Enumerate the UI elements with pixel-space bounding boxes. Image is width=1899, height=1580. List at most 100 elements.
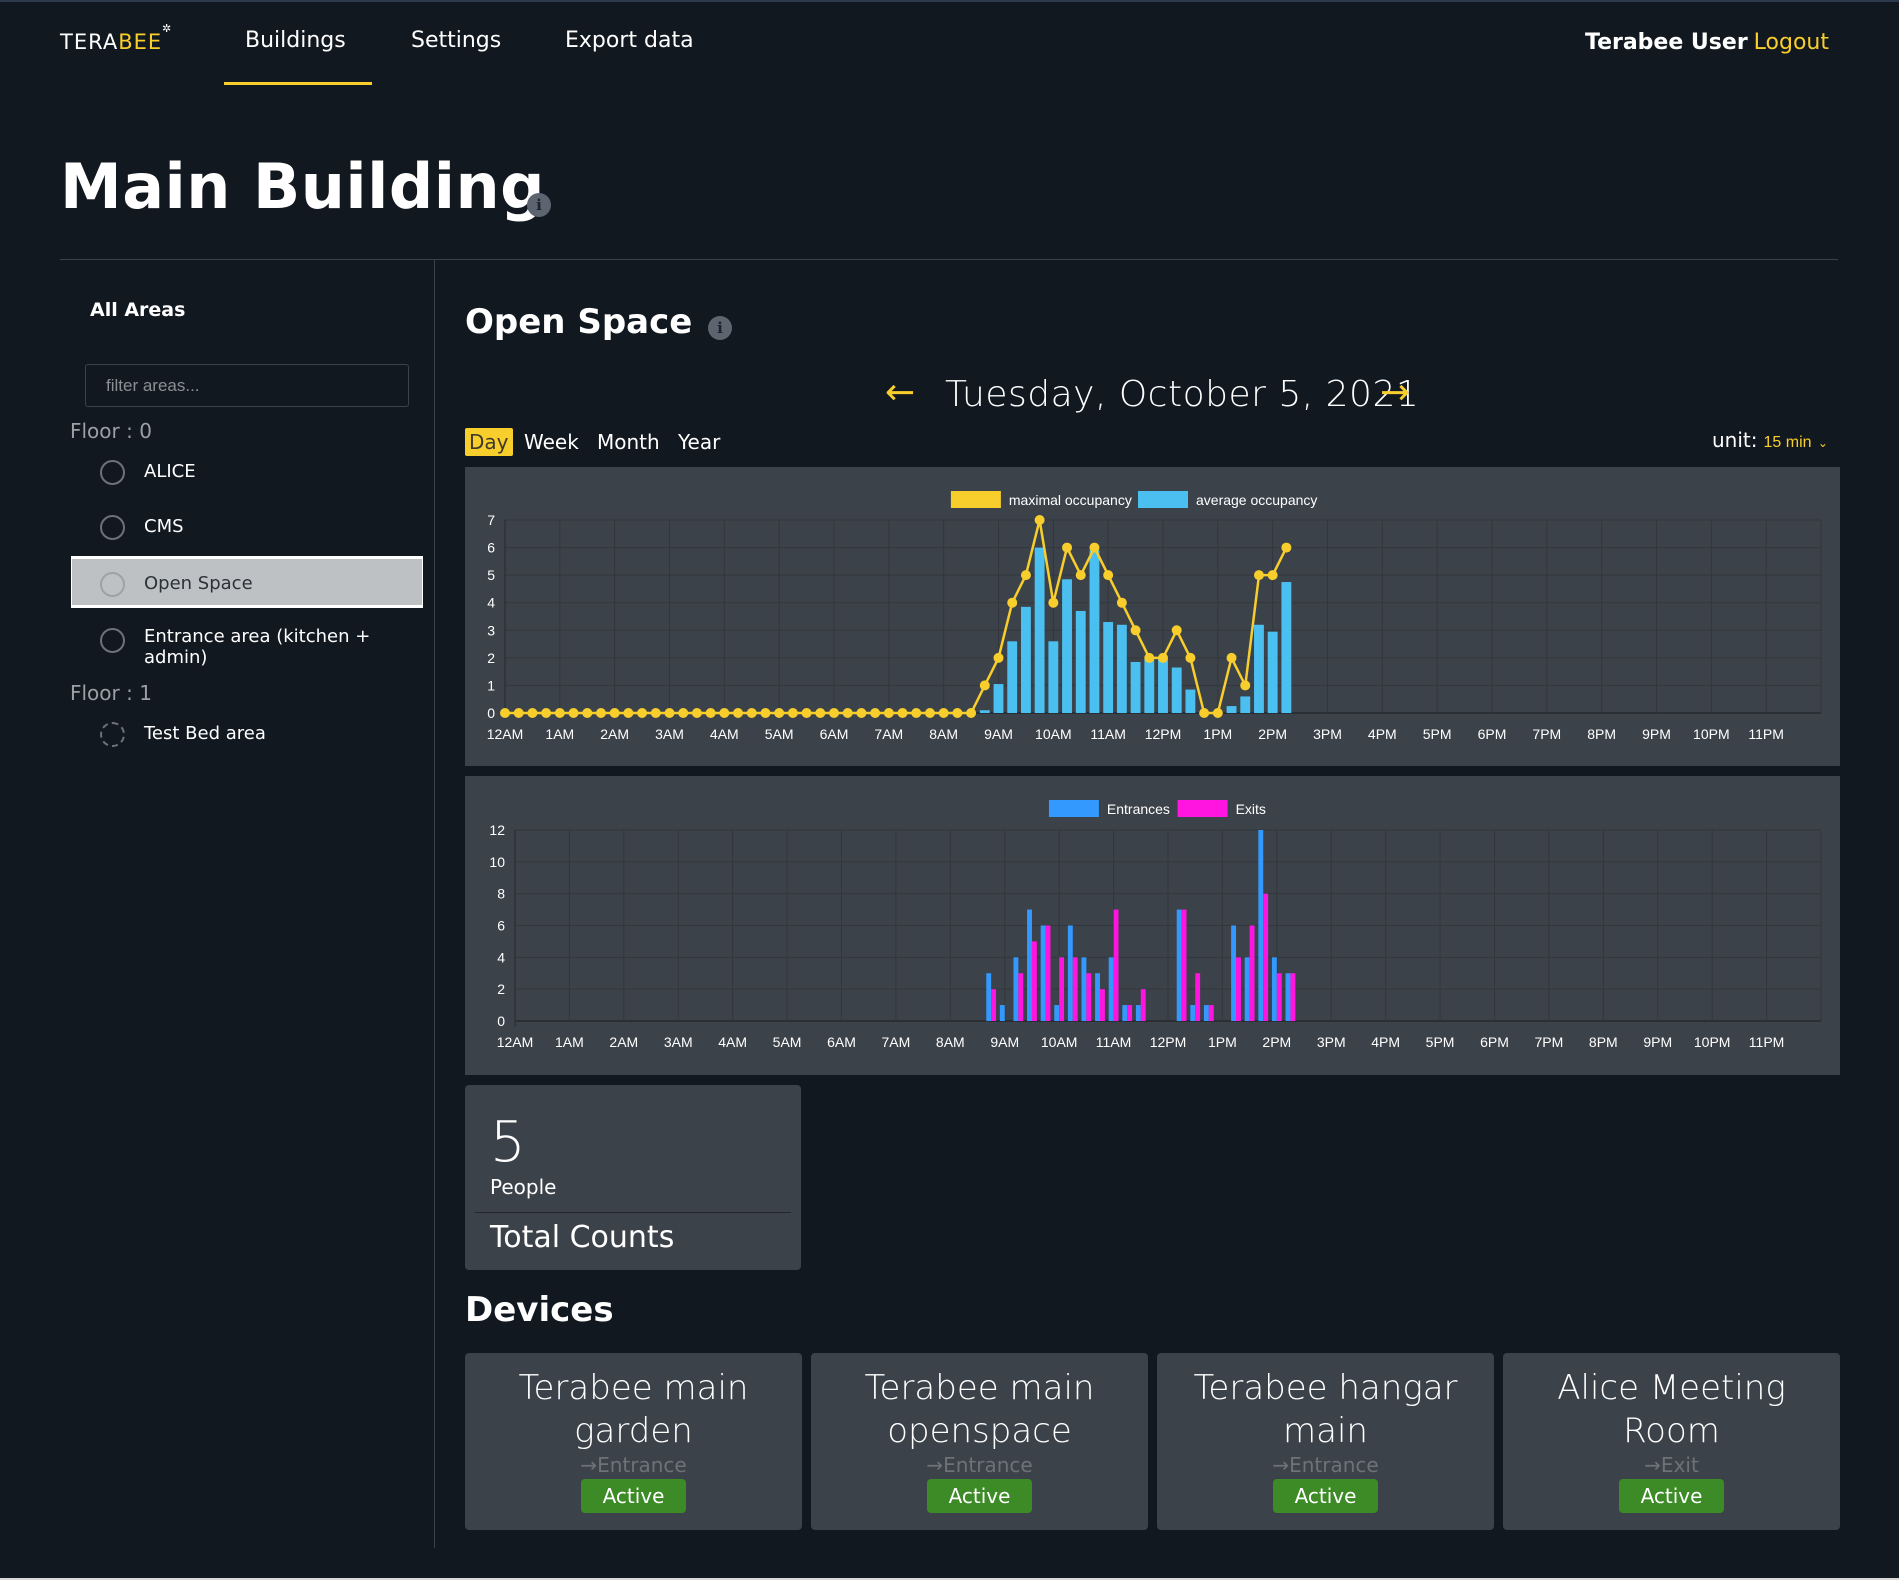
next-date-arrow[interactable]: → (1380, 372, 1410, 413)
sidebar-area-cms[interactable]: CMS (72, 502, 422, 552)
logout-link[interactable]: Logout (1754, 30, 1829, 55)
exits-bar (1276, 973, 1282, 1021)
unit-value[interactable]: 15 min (1764, 434, 1812, 451)
x-tick-label: 10PM (1694, 1034, 1731, 1050)
device-card[interactable]: Terabee main openspace →Entrance Active (811, 1353, 1148, 1530)
x-tick-label: 2PM (1262, 1034, 1291, 1050)
entrances-exits-chart-svg: 0 2 4 6 8 10 12 12AM 1AM 2AM 3AM 4AM 5AM 6AM 7AM 8AM 9AM… (489, 800, 1822, 1050)
y-tick-label: 6 (497, 918, 505, 934)
info-icon[interactable]: i (527, 193, 551, 217)
max-occupancy-point (609, 708, 620, 718)
radio-icon[interactable] (100, 572, 125, 597)
exits-bar (1059, 957, 1065, 1021)
exits-bar (1181, 909, 1187, 1021)
total-count-value: 5 (490, 1110, 526, 1175)
x-tick-label: 9PM (1643, 1034, 1672, 1050)
period-year[interactable]: Year (674, 428, 724, 456)
entrances-bar (999, 1005, 1005, 1021)
exits-bar (1045, 925, 1051, 1021)
nav-buildings[interactable]: Buildings (245, 28, 346, 53)
radio-icon[interactable] (100, 515, 125, 540)
logo-text-yellow: BEE (118, 30, 163, 54)
sidebar-area-open-space[interactable]: Open Space (71, 556, 423, 608)
device-type: →Exit (1644, 1453, 1699, 1477)
terabee-logo[interactable]: TERABEE ✲ (60, 22, 171, 54)
y-tick-label: 0 (497, 1013, 505, 1029)
info-icon[interactable]: i (708, 316, 732, 340)
entrances-bar (1108, 957, 1114, 1021)
entrances-bar (1231, 925, 1237, 1021)
max-occupancy-point (637, 708, 648, 718)
x-tick-label: 3AM (664, 1034, 693, 1050)
chevron-down-icon[interactable]: ⌄ (1818, 436, 1828, 450)
avg-occupancy-bar (1171, 667, 1182, 713)
max-occupancy-point (924, 708, 935, 718)
period-month[interactable]: Month (593, 428, 664, 456)
x-tick-label: 1AM (555, 1034, 584, 1050)
sidebar-divider (434, 260, 435, 1548)
max-occupancy-point (1199, 708, 1210, 718)
x-tick-label: 10AM (1041, 1034, 1078, 1050)
entrances-bar (1258, 830, 1264, 1021)
avg-occupancy-bar (1062, 579, 1072, 713)
device-card[interactable]: Alice Meeting Room →Exit Active (1503, 1353, 1840, 1530)
period-week[interactable]: Week (520, 428, 583, 456)
max-occupancy-point (1007, 597, 1018, 608)
x-tick-label: 6PM (1480, 1034, 1509, 1050)
sidebar-title[interactable]: All Areas (90, 299, 185, 321)
logo-text-white: TERA (60, 30, 119, 54)
max-occupancy-point (979, 680, 990, 691)
max-occupancy-point (897, 708, 908, 718)
card-separator (475, 1212, 791, 1213)
x-tick-label: 4AM (710, 726, 739, 742)
max-occupancy-line (505, 519, 1288, 715)
nav-settings[interactable]: Settings (411, 28, 501, 53)
avg-occupancy-bar (1130, 661, 1141, 713)
max-occupancy-point (595, 708, 606, 718)
status-badge: Active (926, 1479, 1033, 1513)
radio-icon[interactable] (100, 628, 125, 653)
x-tick-label: 5PM (1423, 726, 1452, 742)
status-badge: Active (580, 1479, 687, 1513)
exits-bar (1236, 957, 1241, 1021)
device-card[interactable]: Terabee hangar main →Entrance Active (1157, 1353, 1494, 1530)
sidebar-area-test-bed[interactable]: Test Bed area (72, 709, 422, 759)
entrances-bar (1203, 1005, 1209, 1021)
max-occupancy-point (774, 708, 785, 718)
max-occupancy-point (911, 708, 922, 718)
sidebar-area-entrance[interactable]: Entrance area (kitchen + admin) (72, 612, 422, 670)
user-menu: Terabee User Logout (1585, 30, 1829, 55)
x-tick-label: 5PM (1426, 1034, 1455, 1050)
avg-occupancy-bar (1116, 624, 1127, 713)
prev-date-arrow[interactable]: ← (885, 372, 915, 413)
sidebar-area-alice[interactable]: ALICE (72, 447, 422, 497)
legend-swatch (1138, 491, 1188, 508)
device-card[interactable]: Terabee main garden →Entrance Active (465, 1353, 802, 1530)
x-tick-label: 12AM (497, 1034, 534, 1050)
device-name: Terabee main openspace (864, 1368, 1095, 1451)
x-tick-label: 3PM (1317, 1034, 1346, 1050)
max-occupancy-point (1103, 570, 1114, 581)
area-label: Test Bed area (144, 723, 266, 744)
period-day[interactable]: Day (465, 428, 513, 456)
radio-icon[interactable] (100, 722, 125, 747)
radio-icon[interactable] (100, 460, 125, 485)
total-count-unit: People (490, 1175, 557, 1199)
exits-bar (991, 989, 997, 1021)
max-occupancy-point (1281, 542, 1292, 553)
exits-bar (1249, 925, 1255, 1021)
max-occupancy-point (1185, 652, 1196, 663)
filter-areas-input[interactable] (85, 364, 409, 407)
occupancy-chart: 0 1 2 3 4 5 6 7 12AM 1AM 2AM 3AM 4AM 5AM 6AM 7AM 8AM 9AM 1… (465, 467, 1840, 766)
max-occupancy-point (1171, 625, 1182, 636)
x-tick-label: 8AM (936, 1034, 965, 1050)
area-label: Open Space (144, 573, 253, 594)
exits-bar (1140, 989, 1146, 1021)
avg-occupancy-bar (1240, 696, 1251, 713)
nav-export-data[interactable]: Export data (565, 28, 694, 53)
avg-occupancy-bar (1007, 641, 1018, 713)
area-title: Open Space (465, 302, 693, 342)
x-tick-label: 7AM (874, 726, 903, 742)
y-tick-label: 8 (497, 886, 505, 902)
unit-selector[interactable]: unit: 15 min ⌄ (1712, 428, 1828, 452)
